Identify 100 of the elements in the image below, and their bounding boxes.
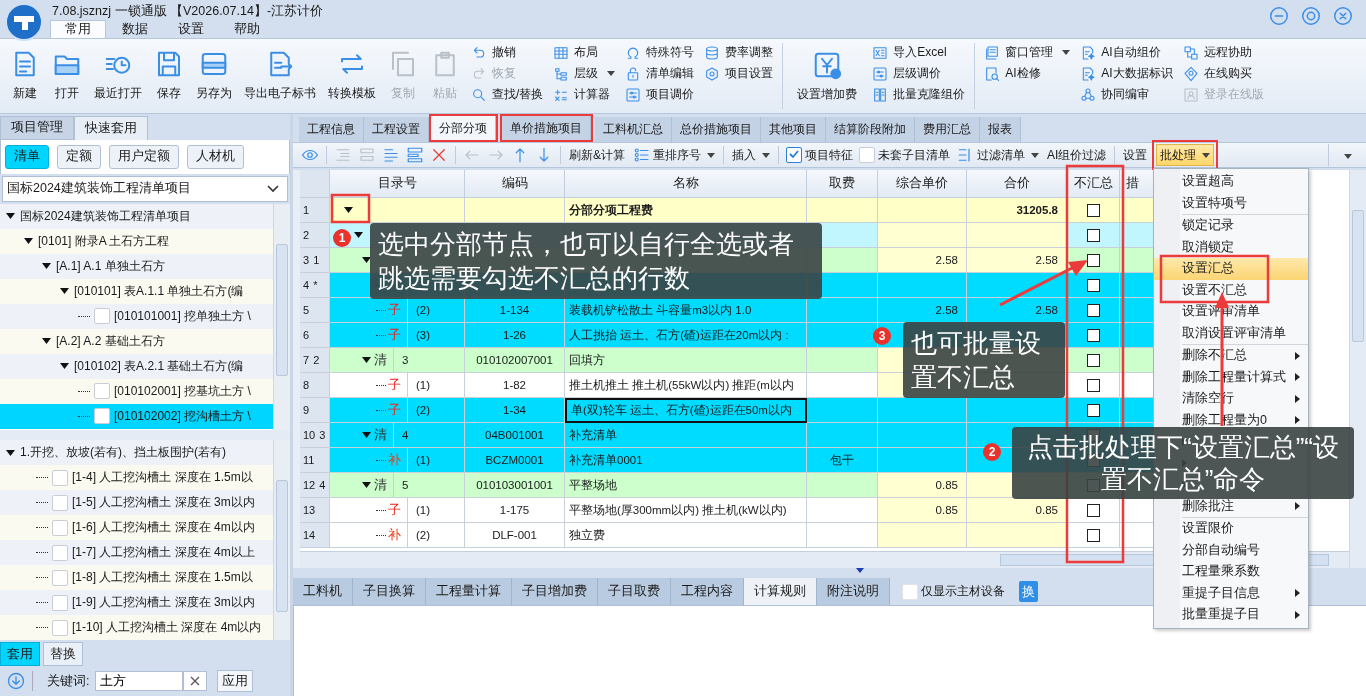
- detail-tab[interactable]: 子目增加费: [512, 578, 598, 605]
- checkbox[interactable]: [1086, 203, 1100, 217]
- expand-icon[interactable]: [354, 232, 363, 238]
- sheet-tab[interactable]: 工程信息: [299, 117, 364, 142]
- ribbon-button[interactable]: 查找/替换: [471, 84, 544, 105]
- ribbon-button[interactable]: 保存: [148, 42, 190, 110]
- tree-item[interactable]: [0101] 附录A 土石方工程: [0, 228, 273, 254]
- row-header[interactable]: 1: [300, 198, 330, 223]
- expand-icon[interactable]: [362, 357, 371, 363]
- menu-tab[interactable]: 帮助: [220, 20, 274, 38]
- tree-item[interactable]: [1-7] 人工挖沟槽土 深度在 4m以上: [0, 540, 273, 566]
- row-header[interactable]: 10 3: [300, 423, 330, 448]
- detail-tab[interactable]: 附注说明: [817, 578, 890, 605]
- ribbon-button[interactable]: 设置增加费: [787, 42, 868, 110]
- row-header[interactable]: 12 4: [300, 473, 330, 498]
- row-header[interactable]: 4 *: [300, 273, 330, 298]
- close-icon[interactable]: [1332, 5, 1354, 27]
- checkbox[interactable]: [1086, 503, 1100, 517]
- tree-item[interactable]: [A.1] A.1 单独土石方: [0, 253, 273, 279]
- panel-tab[interactable]: 快速套用: [74, 116, 148, 140]
- checkbox[interactable]: [1086, 353, 1100, 367]
- tree-item[interactable]: [010101] 表A.1.1 单独土石方(编: [0, 278, 273, 304]
- detail-tab[interactable]: 计算规则: [744, 578, 817, 605]
- minimize-icon[interactable]: [1268, 5, 1290, 27]
- tree-item[interactable]: [1-5] 人工挖沟槽土 深度在 3m以内: [0, 490, 273, 516]
- filter-button[interactable]: 清单: [5, 144, 49, 169]
- sheet-tab[interactable]: 分部分项: [431, 116, 496, 140]
- detail-tab[interactable]: 工程量计算: [426, 578, 512, 605]
- expand-icon[interactable]: [42, 263, 51, 270]
- row-header[interactable]: 3 1: [300, 248, 330, 273]
- tree-item[interactable]: 国标2024建筑装饰工程清单项目: [0, 203, 273, 229]
- tree-item[interactable]: [010102] 表A.2.1 基础土石方(编: [0, 353, 273, 379]
- expand-icon[interactable]: [60, 288, 69, 295]
- toolbar-button[interactable]: 设置: [1120, 144, 1151, 166]
- toolbar-button[interactable]: 刷新&计算: [566, 144, 628, 166]
- ribbon-button[interactable]: AI大数据标识: [1080, 63, 1173, 84]
- ring-icon[interactable]: [1300, 5, 1322, 27]
- expand-icon[interactable]: [24, 238, 33, 245]
- ribbon-button[interactable]: AI检修: [984, 63, 1071, 84]
- menu-item[interactable]: 设置汇总: [1154, 258, 1308, 280]
- filter-button[interactable]: 用户定额: [109, 144, 179, 169]
- sheet-tab[interactable]: 报表: [980, 117, 1021, 142]
- app-logo[interactable]: [4, 2, 44, 42]
- ribbon-button[interactable]: 层级调价: [872, 63, 966, 84]
- panel-tab[interactable]: 项目管理: [0, 116, 74, 140]
- panel-tab[interactable]: 替换: [43, 642, 83, 667]
- ribbon-button[interactable]: 布局: [553, 42, 616, 63]
- menu-item[interactable]: 设置特项号: [1154, 192, 1308, 214]
- row-header[interactable]: 13: [300, 498, 330, 523]
- row-header[interactable]: 14: [300, 523, 330, 548]
- checkbox[interactable]: [1086, 303, 1100, 317]
- ribbon-button[interactable]: 转换模板: [322, 42, 382, 110]
- ribbon-button[interactable]: 远程协助: [1182, 42, 1264, 63]
- sheet-tab[interactable]: 其他项目: [761, 117, 826, 142]
- row-header[interactable]: 11: [300, 448, 330, 473]
- menu-item[interactable]: 设置不汇总: [1154, 279, 1308, 301]
- ribbon-button[interactable]: 清单编辑: [625, 63, 695, 84]
- row-header[interactable]: 6: [300, 323, 330, 348]
- menu-item[interactable]: 设置限价: [1154, 518, 1308, 540]
- menu-item[interactable]: 设置超高: [1154, 171, 1308, 193]
- checkbox[interactable]: [1086, 278, 1100, 292]
- detail-tab[interactable]: 工料机: [293, 578, 353, 605]
- clear-button[interactable]: [183, 671, 208, 692]
- expand-icon[interactable]: [42, 338, 51, 345]
- keyword-field[interactable]: 土方: [95, 671, 184, 692]
- expand-icon[interactable]: [362, 432, 371, 438]
- ribbon-button[interactable]: AI自动组价: [1080, 42, 1173, 63]
- tree-item[interactable]: [1-8] 人工挖沟槽土 深度在 1.5m以: [0, 565, 273, 591]
- expand-icon[interactable]: [6, 213, 15, 220]
- tree-item[interactable]: [A.2] A.2 基础土石方: [0, 328, 273, 354]
- ribbon-button[interactable]: 导入Excel: [872, 42, 966, 63]
- ribbon-button[interactable]: 在线购买: [1182, 63, 1264, 84]
- scrollbar[interactable]: [273, 203, 290, 431]
- ribbon-button[interactable]: 撤销: [471, 42, 544, 63]
- checkbox[interactable]: [1086, 403, 1100, 417]
- expand-icon[interactable]: [362, 482, 371, 488]
- checkbox-option[interactable]: 未套子目清单: [857, 146, 952, 164]
- sheet-tab[interactable]: 总价措施项目: [672, 117, 761, 142]
- ribbon-button[interactable]: 新建: [4, 42, 46, 110]
- menu-item[interactable]: 分部自动编号: [1154, 539, 1308, 561]
- toolbar-button[interactable]: 重排序号: [630, 144, 718, 166]
- menu-item[interactable]: 批量重提子目: [1154, 604, 1308, 626]
- expand-icon[interactable]: [6, 449, 15, 456]
- checkbox-option[interactable]: 仅显示主材设备: [900, 578, 1007, 605]
- scrollbar[interactable]: [1349, 170, 1366, 568]
- ribbon-button[interactable]: 打开: [46, 42, 88, 110]
- ribbon-button[interactable]: 特殊符号: [625, 42, 695, 63]
- checkbox[interactable]: [1086, 253, 1100, 267]
- filter-button[interactable]: 定额: [57, 144, 101, 169]
- expand-icon[interactable]: [362, 257, 371, 263]
- menu-tab[interactable]: 数据: [108, 20, 162, 38]
- toolbar-button[interactable]: 批处理: [1156, 144, 1215, 166]
- download-icon[interactable]: [6, 671, 26, 692]
- expand-icon[interactable]: [60, 363, 69, 370]
- sheet-tab[interactable]: 工料机汇总: [595, 117, 672, 142]
- ribbon-button[interactable]: 费率调整: [704, 42, 774, 63]
- tree-item[interactable]: [1-10] 人工挖沟槽土 深度在 4m以内: [0, 615, 273, 641]
- tree-item[interactable]: [1-4] 人工挖沟槽土 深度在 1.5m以: [0, 465, 273, 491]
- tree-item[interactable]: [010102002] 挖沟槽土方 \: [0, 403, 273, 429]
- menu-item[interactable]: 锁定记录: [1154, 215, 1308, 237]
